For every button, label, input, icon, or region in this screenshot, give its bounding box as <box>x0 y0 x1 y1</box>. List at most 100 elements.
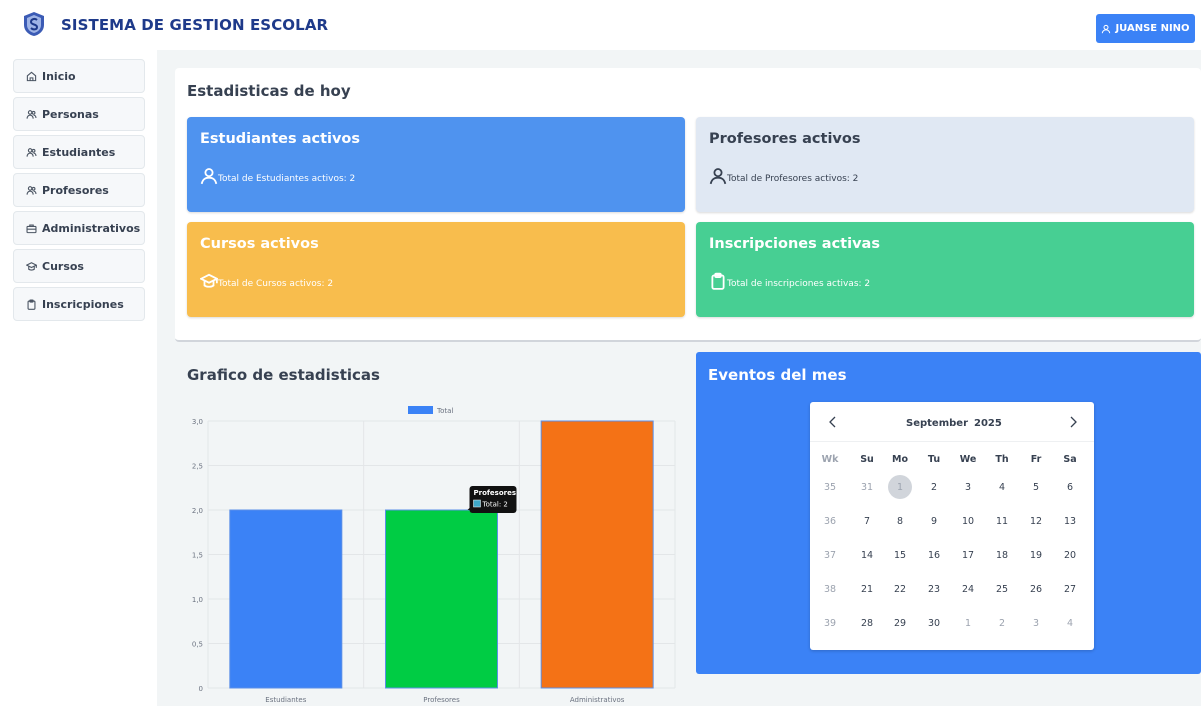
tooltip-title: Profesores <box>474 489 517 497</box>
calendar-day[interactable]: 25 <box>990 584 1014 595</box>
calendar-day[interactable]: 14 <box>855 550 879 561</box>
calendar-day[interactable]: 16 <box>922 550 946 561</box>
calendar-weekday-header: Su <box>860 454 874 465</box>
home-icon <box>26 71 37 81</box>
x-tick-label: Profesores <box>423 696 460 704</box>
x-tick-label: Administrativos <box>570 696 625 704</box>
stat-tile-row: Total de Estudiantes activos: 2 <box>200 167 355 185</box>
calendar-week-number: 35 <box>823 482 837 493</box>
calendar-day[interactable]: 17 <box>956 550 980 561</box>
calendar-week-number: 38 <box>823 584 837 595</box>
user-icon <box>200 168 218 185</box>
calendar-month[interactable]: September <box>906 418 968 429</box>
y-tick-label: 1,5 <box>192 552 203 560</box>
calendar-day[interactable]: 22 <box>888 584 912 595</box>
calendar-weekday-header: Wk <box>821 454 839 465</box>
calendar-day[interactable]: 9 <box>922 516 946 527</box>
app-title: SISTEMA DE GESTION ESCOLAR <box>61 16 329 34</box>
chevron-left-icon[interactable] <box>828 416 838 428</box>
top-bar: SISTEMA DE GESTION ESCOLAR JUANSE NINO <box>0 0 1201 50</box>
stats-title: Estadisticas de hoy <box>187 82 351 100</box>
stat-tile-text: Total de Profesores activos: 2 <box>727 174 859 184</box>
sidebar-item-administrativos[interactable]: Administrativos <box>13 211 145 245</box>
sidebar-item-label: Personas <box>42 107 99 121</box>
calendar-year[interactable]: 2025 <box>974 418 1002 429</box>
sidebar-item-label: Profesores <box>42 183 109 197</box>
graduation-cap-icon <box>200 273 218 288</box>
calendar-day[interactable]: 2 <box>922 482 946 493</box>
stat-tile: Cursos activos Total de Cursos activos: … <box>187 222 685 317</box>
calendar-day[interactable]: 4 <box>1058 618 1082 629</box>
calendar-day[interactable]: 31 <box>855 482 879 493</box>
calendar-day[interactable]: 15 <box>888 550 912 561</box>
calendar-day[interactable]: 24 <box>956 584 980 595</box>
calendar-day[interactable]: 7 <box>855 516 879 527</box>
users-icon <box>26 185 37 195</box>
briefcase-icon <box>26 224 37 233</box>
sidebar-item-inicio[interactable]: Inicio <box>13 59 145 93</box>
bar-chart[interactable]: 0 0,5 1,0 1,5 2,0 2,5 3,0 Estudiantes Profesores… <box>175 395 686 706</box>
calendar-weekday-header: We <box>959 454 977 465</box>
stat-tile-title: Inscripciones activas <box>709 236 880 252</box>
calendar-day[interactable]: 26 <box>1024 584 1048 595</box>
calendar-day[interactable]: 27 <box>1058 584 1082 595</box>
calendar-day[interactable]: 4 <box>990 482 1014 493</box>
sidebar-item-label: Administrativos <box>42 221 141 235</box>
calendar-week-number: 36 <box>823 516 837 527</box>
calendar-header: September 2025 <box>810 402 1094 442</box>
user-menu-button[interactable]: JUANSE NINO <box>1096 14 1195 43</box>
calendar-day[interactable]: 20 <box>1058 550 1082 561</box>
calendar-day[interactable]: 30 <box>922 618 946 629</box>
calendar-day[interactable]: 29 <box>888 618 912 629</box>
sidebar-item-label: Cursos <box>42 259 84 273</box>
calendar-day[interactable]: 13 <box>1058 516 1082 527</box>
calendar-day[interactable]: 1 <box>956 618 980 629</box>
calendar-day[interactable]: 12 <box>1024 516 1048 527</box>
stat-tile: Profesores activos Total de Profesores a… <box>696 117 1194 212</box>
stat-tile-row: Total de inscripciones activas: 2 <box>709 272 870 290</box>
calendar-day[interactable]: 28 <box>855 618 879 629</box>
calendar-day[interactable]: 10 <box>956 516 980 527</box>
chevron-right-icon[interactable] <box>1068 416 1078 428</box>
calendar-day[interactable]: 23 <box>922 584 946 595</box>
stat-tile-row: Total de Profesores activos: 2 <box>709 167 858 185</box>
calendar-day[interactable]: 6 <box>1058 482 1082 493</box>
tooltip-value: Total: 2 <box>482 501 508 509</box>
calendar-day[interactable]: 3 <box>956 482 980 493</box>
calendar-day[interactable]: 5 <box>1024 482 1048 493</box>
school-logo-icon <box>24 12 44 36</box>
stat-tile: Estudiantes activos Total de Estudiantes… <box>187 117 685 212</box>
calendar-day[interactable]: 2 <box>990 618 1014 629</box>
tooltip-swatch <box>473 499 481 508</box>
sidebar-item-estudiantes[interactable]: Estudiantes <box>13 135 145 169</box>
calendar-day[interactable]: 21 <box>855 584 879 595</box>
stat-tile-row: Total de Cursos activos: 2 <box>200 272 333 290</box>
sidebar-item-label: Inscricpiones <box>42 297 124 311</box>
graph-title: Grafico de estadisticas <box>187 366 380 384</box>
graduation-cap-icon <box>26 261 37 271</box>
sidebar-item-inscricpiones[interactable]: Inscricpiones <box>13 287 145 321</box>
calendar-weekday-header: Sa <box>1063 454 1077 465</box>
y-tick-label: 2,0 <box>192 507 203 515</box>
calendar-day[interactable]: 18 <box>990 550 1014 561</box>
sidebar-item-personas[interactable]: Personas <box>13 97 145 131</box>
sidebar-item-label: Inicio <box>42 69 76 83</box>
sidebar-item-profesores[interactable]: Profesores <box>13 173 145 207</box>
calendar-day[interactable]: 8 <box>888 516 912 527</box>
calendar-day[interactable]: 11 <box>990 516 1014 527</box>
stat-tile-text: Total de inscripciones activas: 2 <box>727 279 871 289</box>
calendar-weekday-header: Mo <box>892 454 908 465</box>
y-tick-label: 3,0 <box>192 418 203 426</box>
calendar: September 2025 Wk Su Mo Tu We Th Fr Sa 35 31 1 2 3 4 5… <box>810 402 1094 650</box>
calendar-week-number: 37 <box>823 550 837 561</box>
sidebar-item-label: Estudiantes <box>42 145 116 159</box>
calendar-day[interactable]: 19 <box>1024 550 1048 561</box>
sidebar-item-cursos[interactable]: Cursos <box>13 249 145 283</box>
calendar-day[interactable]: 1 <box>888 482 912 493</box>
stat-tile-title: Cursos activos <box>200 236 319 252</box>
events-title: Eventos del mes <box>708 366 847 384</box>
legend-label: Total <box>436 407 453 415</box>
calendar-weekday-header: Tu <box>927 454 941 465</box>
bar-estudiantes <box>229 509 343 689</box>
calendar-day[interactable]: 3 <box>1024 618 1048 629</box>
